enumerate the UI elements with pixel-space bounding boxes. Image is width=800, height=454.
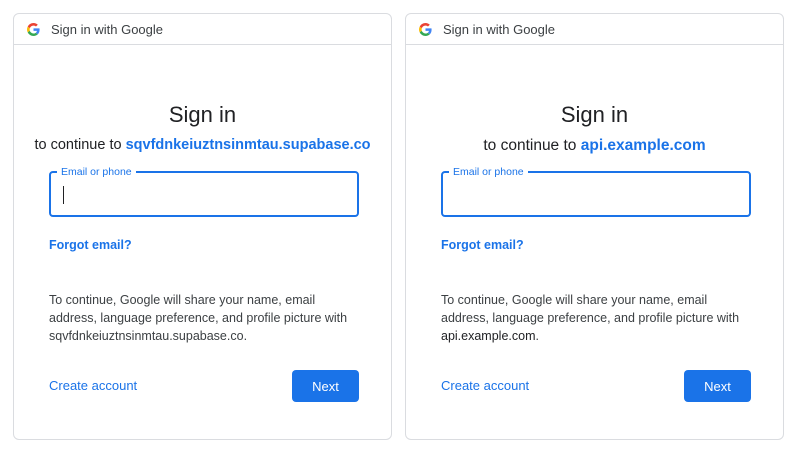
consent-info-text: To continue, Google will share your name… — [49, 291, 364, 345]
email-field-label: Email or phone — [449, 165, 528, 179]
subtitle-prefix: to continue to — [34, 137, 122, 153]
subtitle-prefix: to continue to — [483, 137, 577, 154]
subtitle-domain-link[interactable]: sqvfdnkeiuztnsinmtau.supabase.co — [126, 137, 371, 153]
window-titlebar: Sign in with Google — [14, 14, 391, 45]
info-suffix: . — [243, 329, 248, 343]
sign-in-window-left: Sign in with Google Sign in to continue … — [13, 13, 392, 440]
email-field[interactable]: Email or phone — [49, 165, 359, 217]
forgot-email-link[interactable]: Forgot email? — [49, 238, 132, 252]
subtitle-domain-link[interactable]: api.example.com — [581, 137, 706, 154]
consent-info-text: To continue, Google will share your name… — [441, 291, 756, 345]
google-logo-icon — [419, 22, 432, 36]
next-button[interactable]: Next — [684, 370, 751, 402]
window-title: Sign in with Google — [51, 21, 164, 37]
create-account-link[interactable]: Create account — [441, 378, 529, 393]
info-domain: sqvfdnkeiuztnsinmtau.supabase.co — [49, 329, 244, 343]
email-field-label: Email or phone — [57, 165, 136, 179]
window-titlebar: Sign in with Google — [406, 14, 783, 45]
page-title: Sign in — [560, 102, 629, 127]
info-domain: api.example.com — [441, 329, 536, 343]
sign-in-window-right: Sign in with Google Sign in to continue … — [405, 13, 784, 440]
info-text: To continue, Google will share your name… — [441, 293, 740, 325]
email-field[interactable]: Email or phone — [441, 165, 751, 217]
forgot-email-link[interactable]: Forgot email? — [441, 238, 524, 252]
continue-subtitle: to continue to sqvfdnkeiuztnsinmtau.supa… — [14, 137, 391, 153]
info-suffix: . — [535, 329, 539, 343]
google-logo-icon — [27, 22, 40, 36]
create-account-link[interactable]: Create account — [49, 378, 137, 393]
continue-subtitle: to continue to api.example.com — [406, 137, 783, 155]
next-button[interactable]: Next — [292, 370, 359, 402]
info-text: To continue, Google will share your name… — [49, 293, 348, 325]
window-title: Sign in with Google — [443, 21, 556, 37]
text-cursor — [63, 186, 64, 204]
page-title: Sign in — [168, 102, 237, 127]
